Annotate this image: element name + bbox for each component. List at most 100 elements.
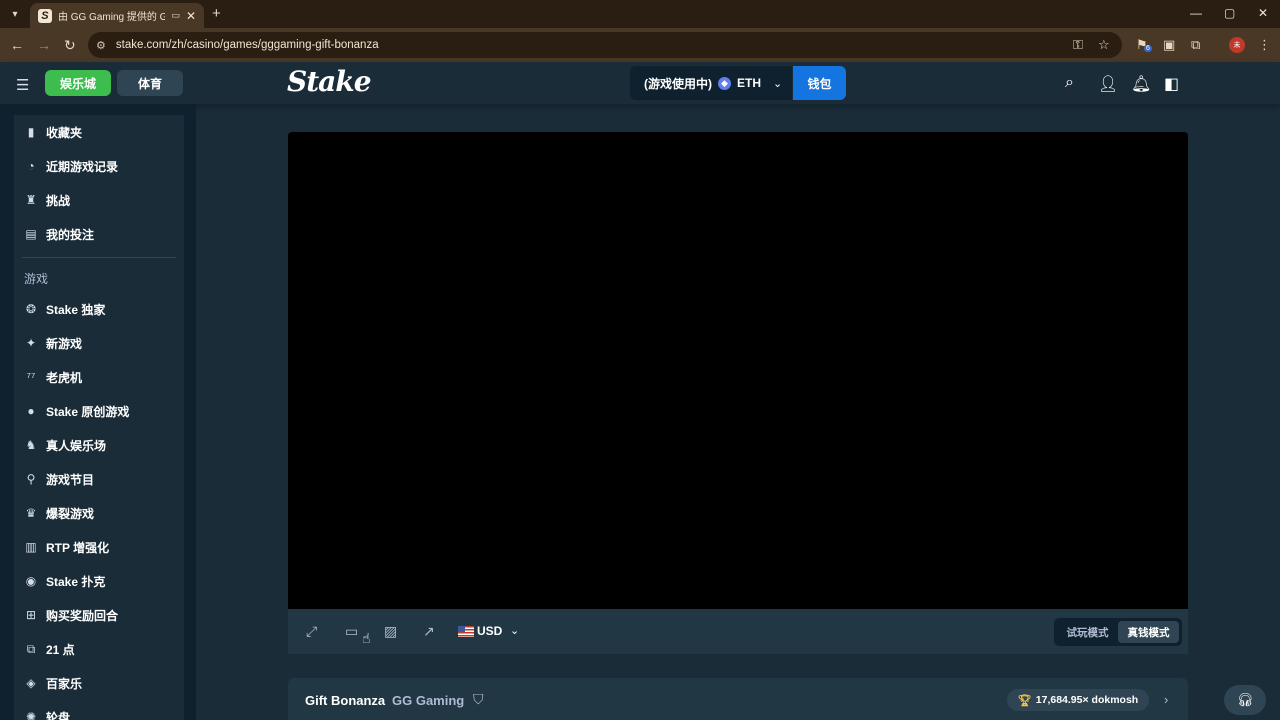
currency-code: ETH: [737, 76, 761, 90]
live-support-button[interactable]: 🎧︎: [1224, 685, 1266, 715]
demo-mode-button[interactable]: 试玩模式: [1057, 621, 1118, 643]
search-icon[interactable]: ⌕: [1065, 74, 1074, 92]
sidebar-item-stake-exclusive[interactable]: ❂ Stake 独家: [14, 292, 184, 326]
sidebar-item-label: 购买奖励回合: [46, 608, 119, 623]
gift-icon: ⊞: [25, 608, 37, 622]
flame-icon: ●: [27, 404, 35, 418]
forward-icon[interactable]: →: [37, 37, 51, 53]
popout-icon[interactable]: ↗: [423, 623, 435, 640]
sidebar-item-slots[interactable]: ⁷⁷ 老虎机: [14, 360, 184, 394]
extensions-puzzle-icon[interactable]: ⧉: [1191, 37, 1200, 53]
sidebar-item-label: 我的投注: [46, 227, 95, 242]
sidebar-item-stake-poker[interactable]: ◉ Stake 扑克: [14, 564, 184, 598]
headset-icon: 🎧︎: [1236, 692, 1254, 707]
display-currency[interactable]: USD: [477, 624, 502, 638]
user-icon[interactable]: 👤︎: [1098, 74, 1118, 94]
microphone-icon: ⚲: [26, 472, 36, 486]
chevron-down-icon[interactable]: ⌄: [510, 624, 519, 637]
mouse-cursor-icon: ☝: [362, 630, 371, 646]
site-header: ☰ 娱乐城 体育 Stake (游戏使用中) ◆ ETH ⌄ 钱包 ⌕ 👤︎ 🔔…: [0, 62, 1280, 104]
menu-icon[interactable]: ☰: [16, 76, 29, 94]
sidebar-item-roulette[interactable]: ✺ 轮盘: [14, 700, 184, 720]
profile-avatar[interactable]: 未: [1229, 37, 1245, 53]
sidebar-toggle-icon[interactable]: ◧: [1164, 74, 1179, 94]
sidebar-item-new-games[interactable]: ✦ 新游戏: [14, 326, 184, 360]
eth-icon: ◆: [718, 76, 731, 90]
sidebar-item-game-shows[interactable]: ⚲ 游戏节目: [14, 462, 184, 496]
browser-toolbar: ← → ↻ ⚙ stake.com/zh/casino/games/gggami…: [0, 28, 1280, 62]
favorite-bookmark-icon[interactable]: ⛉: [473, 691, 484, 708]
reload-icon[interactable]: ↻: [64, 37, 76, 54]
stake-favicon-icon: S: [38, 8, 52, 23]
roulette-icon: ✺: [25, 710, 37, 720]
game-info-bar: Gift Bonanza GG Gaming ⛉ 🏆︎ 17,684.95× d…: [288, 678, 1188, 720]
sidebar-item-label: 新游戏: [46, 336, 83, 351]
new-tab-button[interactable]: +: [212, 5, 221, 22]
game-iframe[interactable]: [288, 132, 1188, 609]
sidebar-item-live-casino[interactable]: ♞ 真人娱乐场: [14, 428, 184, 462]
close-window-icon[interactable]: ✕: [1258, 6, 1268, 20]
us-flag-icon[interactable]: [458, 626, 474, 637]
site-info-icon[interactable]: ⚙: [96, 39, 106, 52]
sidebar-item-label: 真人娱乐场: [46, 438, 107, 453]
theatre-mode-icon[interactable]: ▭: [345, 623, 358, 640]
sidebar-item-recent[interactable]: ◔ 近期游戏记录: [14, 149, 184, 183]
tab-close-icon[interactable]: ✕: [186, 9, 196, 23]
sidebar-heading-games: 游戏: [24, 271, 49, 286]
sports-tab-button[interactable]: 体育: [117, 70, 183, 96]
rtp-icon: ▥: [25, 540, 37, 554]
password-key-icon[interactable]: ⚿: [1073, 37, 1083, 53]
browser-tab[interactable]: S 由 GG Gaming 提供的 Gift Bonanza ▭ ✕: [30, 3, 204, 28]
sidebar-item-burst-games[interactable]: ♛ 爆裂游戏: [14, 496, 184, 530]
back-icon[interactable]: ←: [10, 37, 24, 53]
sidebar-item-favorites[interactable]: ▮ 收藏夹: [14, 115, 184, 149]
media-playing-icon: ▭: [171, 10, 180, 20]
stake-icon: ❂: [25, 302, 37, 316]
big-win-record-badge[interactable]: 🏆︎ 17,684.95× dokmosh: [1007, 689, 1149, 711]
wallet-button[interactable]: 钱包: [793, 66, 846, 100]
receipt-icon: ▤: [25, 227, 37, 241]
chevron-right-icon[interactable]: ›: [1164, 692, 1168, 707]
sidebar-item-label: 轮盘: [46, 710, 71, 720]
sidebar-item-label: 爆裂游戏: [46, 506, 95, 521]
sidebar-top-group: ▮ 收藏夹 ◔ 近期游戏记录 ♜ 挑战 ▤ 我的投注 游戏 ❂ Stake 独家…: [14, 115, 184, 720]
sidebar-item-label: 近期游戏记录: [46, 159, 119, 174]
stats-chart-icon[interactable]: ▨: [384, 623, 397, 640]
live-dealer-icon: ♞: [25, 438, 37, 452]
minimize-icon[interactable]: —: [1190, 6, 1202, 20]
record-text: 17,684.95× dokmosh: [1035, 694, 1139, 706]
maximize-icon[interactable]: ▢: [1224, 6, 1235, 20]
casino-tab-button[interactable]: 娱乐城: [45, 70, 111, 96]
clock-icon: ◔: [27, 159, 35, 173]
sidebar-item-label: Stake 独家: [46, 302, 106, 317]
fullscreen-icon[interactable]: ⤢: [306, 623, 317, 640]
sidebar-item-baccarat[interactable]: ◈ 百家乐: [14, 666, 184, 700]
tab-title: 由 GG Gaming 提供的 Gift Bonanza: [57, 12, 166, 23]
tab-search-icon[interactable]: ▾: [6, 5, 24, 23]
play-mode-toggle: 试玩模式 真钱模式: [1054, 618, 1182, 646]
game-title: Gift Bonanza: [305, 693, 386, 708]
trophy-icon: ♜: [25, 193, 37, 207]
chevron-down-icon: ⌄: [773, 77, 783, 90]
game-provider[interactable]: GG Gaming: [392, 693, 464, 708]
sidebar-item-label: 百家乐: [46, 676, 83, 691]
url-text[interactable]: stake.com/zh/casino/games/gggaming-gift-…: [116, 39, 379, 51]
bookmark-star-icon[interactable]: ☆: [1098, 37, 1110, 53]
address-bar[interactable]: ⚙ stake.com/zh/casino/games/gggaming-gif…: [88, 32, 1122, 58]
sidebar-item-label: 挑战: [46, 193, 71, 208]
burst-icon: ♛: [25, 506, 37, 520]
currency-selector[interactable]: (游戏使用中) ◆ ETH ⌄: [630, 66, 792, 100]
sidebar-item-rtp-boost[interactable]: ▥ RTP 增强化: [14, 530, 184, 564]
sidebar-item-blackjack[interactable]: ⧉ 21 点: [14, 632, 184, 666]
sparkle-icon: ✦: [25, 336, 37, 350]
sidebar-item-my-bets[interactable]: ▤ 我的投注: [14, 217, 184, 251]
pocket-icon[interactable]: ▣: [1163, 37, 1175, 53]
real-money-mode-button[interactable]: 真钱模式: [1118, 621, 1179, 643]
sidebar-item-bonus-buy[interactable]: ⊞ 购买奖励回合: [14, 598, 184, 632]
sidebar-item-challenges[interactable]: ♜ 挑战: [14, 183, 184, 217]
sidebar-item-label: RTP 增强化: [46, 540, 110, 555]
notification-bell-icon[interactable]: 🔔︎: [1131, 74, 1151, 94]
sidebar-item-stake-originals[interactable]: ● Stake 原创游戏: [14, 394, 184, 428]
stake-logo[interactable]: Stake: [287, 65, 372, 98]
browser-menu-icon[interactable]: ⋮: [1258, 37, 1271, 53]
